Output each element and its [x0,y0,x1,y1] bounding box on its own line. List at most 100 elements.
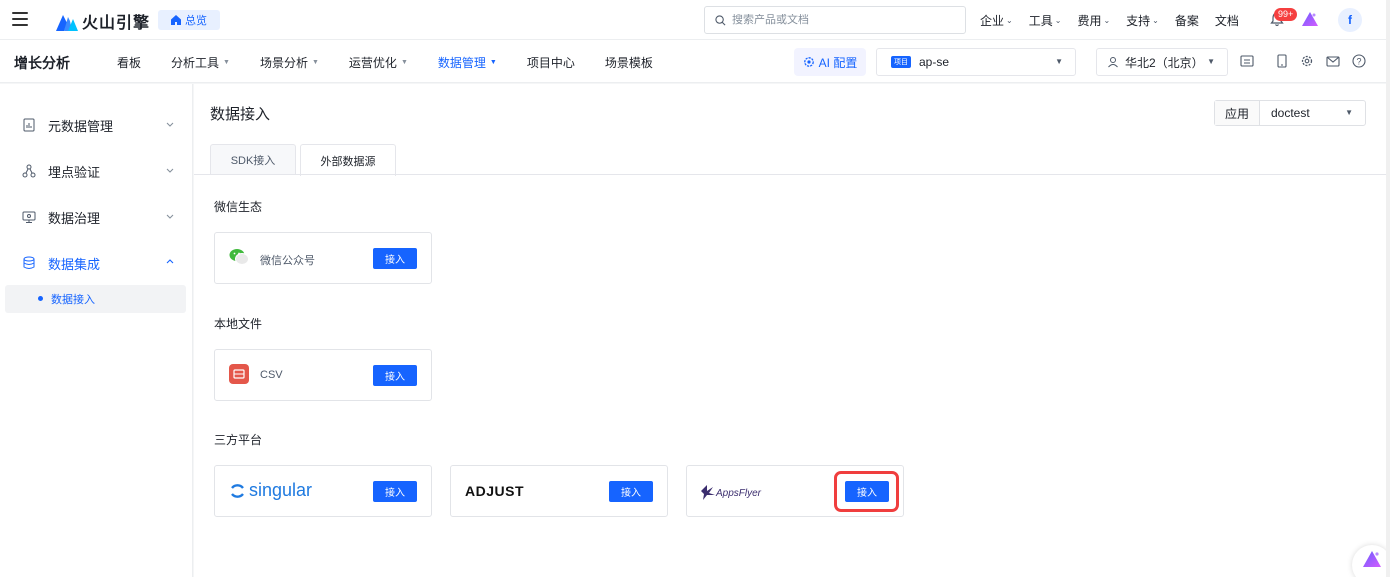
tab-sdk-access[interactable]: SDK接入 [210,144,296,175]
sidebar-item-data-integration[interactable]: 数据集成 [0,240,193,286]
user-location-icon [1108,57,1118,68]
nav-item-label: 项目中心 [526,56,575,70]
caret-down-icon: ▼ [1207,57,1215,66]
ai-gear-icon [803,57,814,67]
nav-item-label: 分析工具 [171,56,220,70]
page-title: 数据接入 [210,106,271,123]
volcano-logo-icon [56,15,78,31]
mail-icon[interactable] [1326,54,1340,68]
nav-item-data-management[interactable]: 数据管理 ▼ [438,54,497,71]
singular-logo: singular [231,480,312,500]
chevron-down-icon: ⌄ [1006,16,1013,25]
chart-doc-icon [23,118,35,132]
top-link-label: 备案 [1174,14,1199,28]
ai-assistant-icon[interactable] [1302,12,1318,26]
csv-icon [229,364,249,384]
sidebar-item-data-governance[interactable]: 数据治理 [0,194,193,240]
sidebar-item-tracking-verify[interactable]: 埋点验证 [0,148,193,194]
top-link-tools[interactable]: 工具 ⌄ [1029,12,1062,29]
source-card-wechat: 微信公众号 接入 [214,232,432,284]
nav-item-scenario-analysis[interactable]: 场景分析 ▼ [260,54,319,71]
top-link-enterprise[interactable]: 企业 ⌄ [980,12,1013,29]
top-bar: 火山引擎 总览 企业⌄ 工具⌄ 费用⌄ 支持⌄ 备案 文档 99+ f [0,0,1390,40]
source-tabs: SDK接入 外部数据源 [210,144,396,176]
sidebar: 元数据管理 埋点验证 数据治理 数据集成 数据接入 [0,84,193,577]
section-title-local-file: 本地文件 [214,317,263,331]
nav-item-label: 场景模板 [604,56,653,70]
hamburger-menu-icon[interactable] [12,12,28,26]
nav-tool-icons: ? [1240,54,1378,68]
chevron-down-icon: ⌄ [1054,16,1062,25]
brand-name: 火山引擎 [82,15,151,32]
top-link-label: 工具 [1028,14,1053,28]
top-link-billing[interactable]: 费用 ⌄ [1077,12,1110,29]
screen-icon[interactable] [1240,54,1254,68]
nav-item-dashboard[interactable]: 看板 [117,54,141,71]
nav-item-label: 运营优化 [348,56,397,70]
connect-button[interactable]: 接入 [609,481,653,502]
home-icon [171,15,181,25]
search-input[interactable] [732,14,952,26]
highlight-box [834,471,899,512]
page-scrollbar[interactable] [1386,0,1390,577]
caret-down-icon: ▼ [489,59,497,66]
sidebar-item-label: 埋点验证 [48,164,101,180]
top-link-docs[interactable]: 文档 [1215,12,1239,29]
top-link-support[interactable]: 支持 ⌄ [1126,12,1159,29]
nav-item-label: 数据管理 [437,56,486,70]
adjust-logo: ADJUST [465,483,524,499]
chevron-down-icon: ⌄ [1152,16,1159,25]
caret-down-icon: ▼ [400,59,408,66]
sidebar-item-label: 元数据管理 [48,118,114,134]
floating-ai-assistant[interactable] [1352,545,1390,577]
avatar[interactable]: f [1338,8,1362,32]
gear-icon[interactable] [1300,54,1314,68]
top-link-label: 文档 [1214,14,1239,28]
top-link-label: 企业 [980,14,1005,28]
nav-item-analysis-tools[interactable]: 分析工具 ▼ [171,54,230,71]
sidebar-subitem-data-access[interactable]: 数据接入 [5,285,186,313]
caret-down-icon: ▼ [311,59,319,66]
top-link-label: 费用 [1077,14,1102,28]
sidebar-item-metadata[interactable]: 元数据管理 [0,102,193,148]
app-select[interactable]: 应用 doctest ▼ [1214,100,1366,126]
overview-label: 总览 [185,15,207,27]
sidebar-subitem-label: 数据接入 [51,294,95,306]
connect-button[interactable]: 接入 [373,481,417,502]
mobile-icon[interactable] [1276,54,1288,68]
caret-down-icon: ▼ [223,59,230,66]
project-select[interactable]: 项目 ap-se ▼ [876,48,1076,76]
help-icon[interactable]: ? [1352,54,1366,68]
ai-config-label: AI 配置 [818,55,858,70]
connect-button[interactable]: 接入 [373,365,417,386]
top-link-label: 支持 [1126,14,1151,28]
section-title-wechat: 微信生态 [214,200,263,214]
brand-logo[interactable]: 火山引擎 [56,9,150,33]
overview-button[interactable]: 总览 [158,10,220,30]
sidebar-item-label: 数据集成 [48,256,101,272]
connect-button[interactable]: 接入 [373,248,417,269]
nav-item-label: 场景分析 [259,56,308,70]
region-select[interactable]: 华北2（北京） ▼ [1096,48,1228,76]
nav-item-operations[interactable]: 运营优化 ▼ [349,54,408,71]
tab-external-source[interactable]: 外部数据源 [300,144,396,176]
nav-item-project-center[interactable]: 项目中心 [527,54,575,71]
chevron-down-icon [166,168,174,173]
chevron-up-icon [166,259,174,264]
sidebar-item-label: 数据治理 [48,210,101,226]
project-name: ap-se [919,55,950,69]
ai-config-button[interactable]: AI 配置 [794,48,866,76]
section-title-third-party: 三方平台 [214,433,263,447]
chevron-down-icon [166,122,174,127]
caret-down-icon: ▼ [1055,57,1063,66]
caret-down-icon: ▼ [1345,108,1353,117]
source-card-singular: singular 接入 [214,465,432,517]
app-select-label: 应用 [1215,101,1260,125]
nav-item-scenario-templates[interactable]: 场景模板 [605,54,653,71]
app-select-value: doctest [1271,106,1310,120]
wechat-icon [229,249,249,265]
top-link-filing[interactable]: 备案 [1175,12,1199,29]
region-label: 华北2（北京） [1125,55,1204,70]
notification-badge: 99+ [1274,8,1298,21]
search-box[interactable] [704,6,966,34]
